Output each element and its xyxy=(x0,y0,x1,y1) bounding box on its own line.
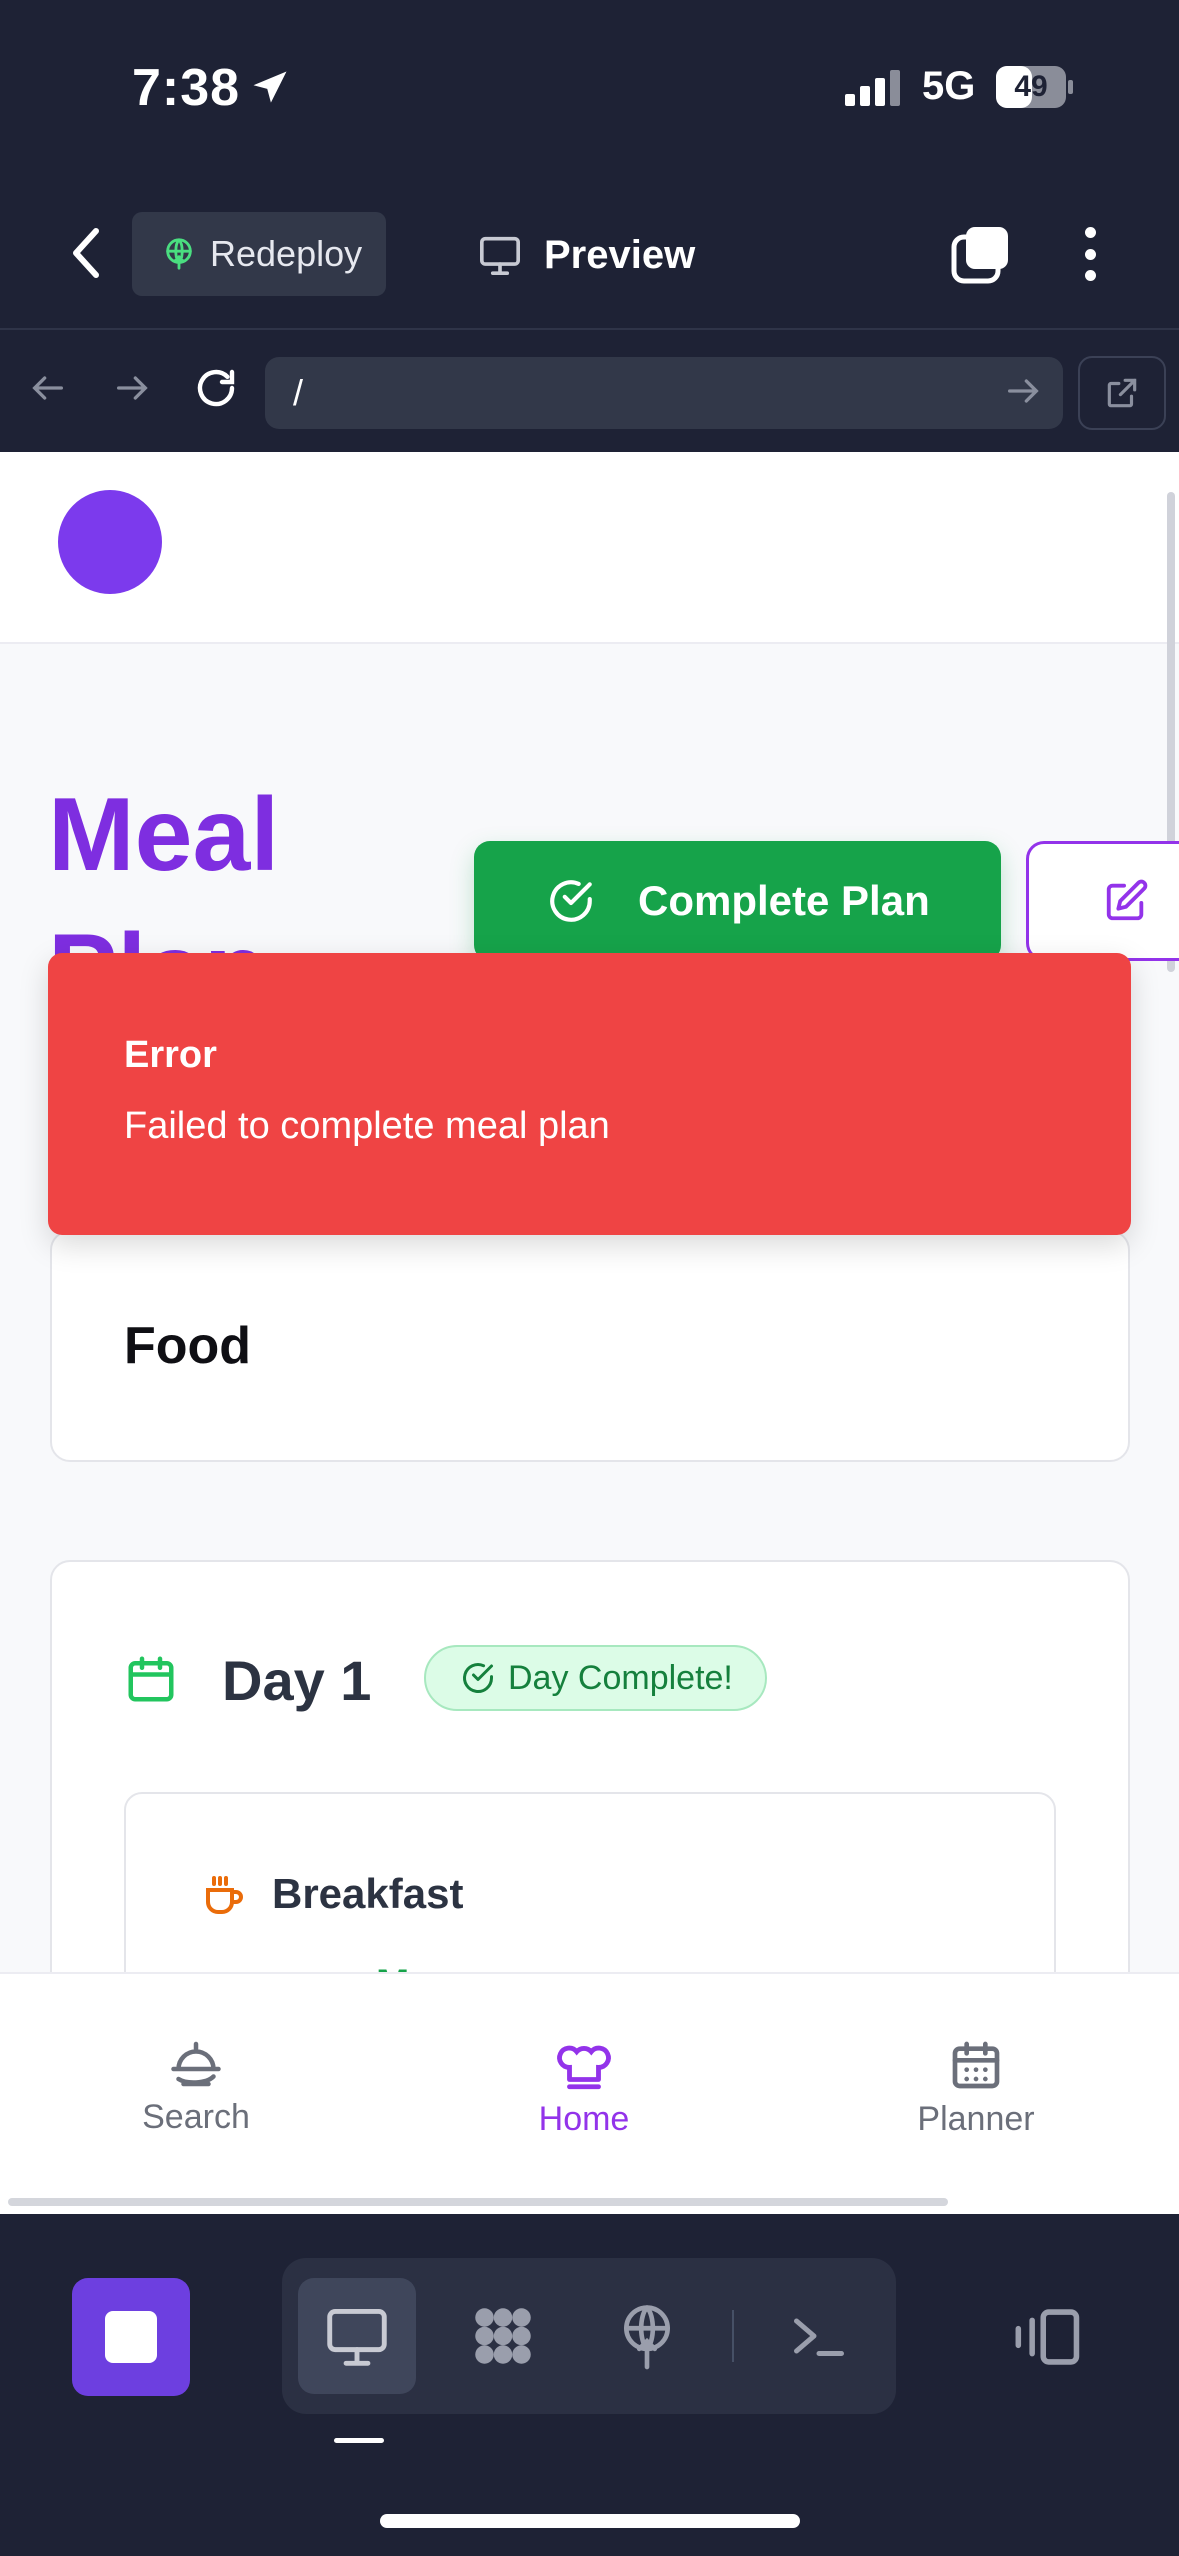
deploy-tool-button[interactable] xyxy=(588,2278,706,2394)
nav-home[interactable]: Home xyxy=(474,2036,694,2139)
tabs-icon xyxy=(951,227,1008,284)
app-toolbar: Redeploy Preview xyxy=(0,175,1179,330)
reload-icon xyxy=(197,369,235,407)
chef-hat-icon xyxy=(557,2045,611,2090)
coffee-cup-icon xyxy=(206,1876,243,1914)
browser-forward-button[interactable] xyxy=(104,360,160,416)
bottom-nav: Search Home Planner xyxy=(0,1972,1179,2214)
browser-back-button[interactable] xyxy=(20,360,76,416)
location-arrow-icon xyxy=(253,71,287,103)
food-card-title: Food xyxy=(124,1317,252,1375)
check-circle-icon xyxy=(550,880,592,922)
check-circle-icon xyxy=(463,1663,493,1693)
url-text: / xyxy=(293,372,304,413)
external-link-icon xyxy=(1107,378,1137,408)
toast-title: Error xyxy=(124,1034,217,1076)
status-time: 7:38 xyxy=(132,59,241,117)
food-dome-icon xyxy=(171,2041,221,2087)
dev-dock xyxy=(0,2214,1179,2556)
preview-button[interactable]: Preview xyxy=(478,215,695,295)
back-button[interactable] xyxy=(58,221,114,285)
chevron-left-icon xyxy=(73,228,99,278)
nav-search-label: Search xyxy=(142,2098,250,2136)
go-arrow-icon[interactable] xyxy=(1003,371,1043,411)
food-card: Food xyxy=(50,1230,1130,1462)
redeploy-label: Redeploy xyxy=(210,233,363,274)
dock-separator xyxy=(732,2310,734,2362)
reload-button[interactable] xyxy=(188,360,244,416)
battery-level: 49 xyxy=(1014,70,1048,103)
nav-planner[interactable]: Planner xyxy=(866,2036,1086,2139)
url-field[interactable]: / xyxy=(265,357,1063,429)
day-complete-badge: Day Complete! xyxy=(424,1645,767,1711)
nodes-icon xyxy=(475,2308,531,2364)
calendar-icon xyxy=(128,1656,174,1702)
terminal-icon xyxy=(794,2318,844,2356)
preview-label: Preview xyxy=(544,232,696,277)
arrow-right-icon xyxy=(117,376,148,400)
workflow-tool-button[interactable] xyxy=(444,2278,562,2394)
arrow-left-icon xyxy=(32,376,63,400)
web-content: Meal Plan Complete Plan 2days 4meals Foo… xyxy=(0,452,1179,2214)
home-indicator xyxy=(380,2514,800,2528)
complete-plan-label: Complete Plan xyxy=(638,877,930,924)
network-type: 5G xyxy=(922,64,976,108)
complete-plan-button[interactable]: Complete Plan xyxy=(474,841,1001,961)
toast-message: Failed to complete meal plan xyxy=(124,1105,610,1147)
monitor-icon xyxy=(480,236,520,275)
nav-planner-label: Planner xyxy=(917,2100,1035,2138)
edit-plan-button[interactable] xyxy=(1026,841,1179,961)
status-bar: 7:38 5G 49 xyxy=(0,0,1179,175)
day-title: Day 1 xyxy=(222,1649,372,1712)
meal-title: Breakfast xyxy=(272,1870,464,1917)
battery-icon: 49 xyxy=(996,66,1074,108)
globe-upload-icon xyxy=(166,238,192,270)
redeploy-button[interactable]: Redeploy xyxy=(132,212,386,296)
site-header xyxy=(0,452,1179,644)
signal-icon xyxy=(845,70,900,106)
dock-tools xyxy=(282,2258,896,2414)
tabs-button[interactable] xyxy=(950,223,1012,285)
error-toast[interactable]: Error Failed to complete meal plan xyxy=(48,953,1131,1235)
browser-bar: / xyxy=(0,332,1179,452)
more-options-button[interactable] xyxy=(1062,223,1118,285)
active-indicator xyxy=(334,2438,384,2443)
stop-button[interactable] xyxy=(72,2278,190,2396)
side-panel-icon[interactable] xyxy=(1010,2306,1082,2368)
terminal-tool-button[interactable] xyxy=(760,2278,878,2394)
day-complete-label: Day Complete! xyxy=(508,1658,733,1697)
open-external-button[interactable] xyxy=(1078,356,1166,430)
nav-home-label: Home xyxy=(538,2100,630,2138)
monitor-icon xyxy=(327,2309,387,2366)
calendar-icon xyxy=(952,2041,1000,2089)
edit-icon xyxy=(1106,879,1148,921)
preview-tool-button[interactable] xyxy=(298,2278,416,2394)
nav-search[interactable]: Search xyxy=(86,2036,306,2137)
globe-upload-icon xyxy=(624,2305,670,2370)
horizontal-scrollbar[interactable] xyxy=(8,2198,948,2206)
stop-icon xyxy=(105,2311,157,2363)
avatar[interactable] xyxy=(58,490,162,594)
